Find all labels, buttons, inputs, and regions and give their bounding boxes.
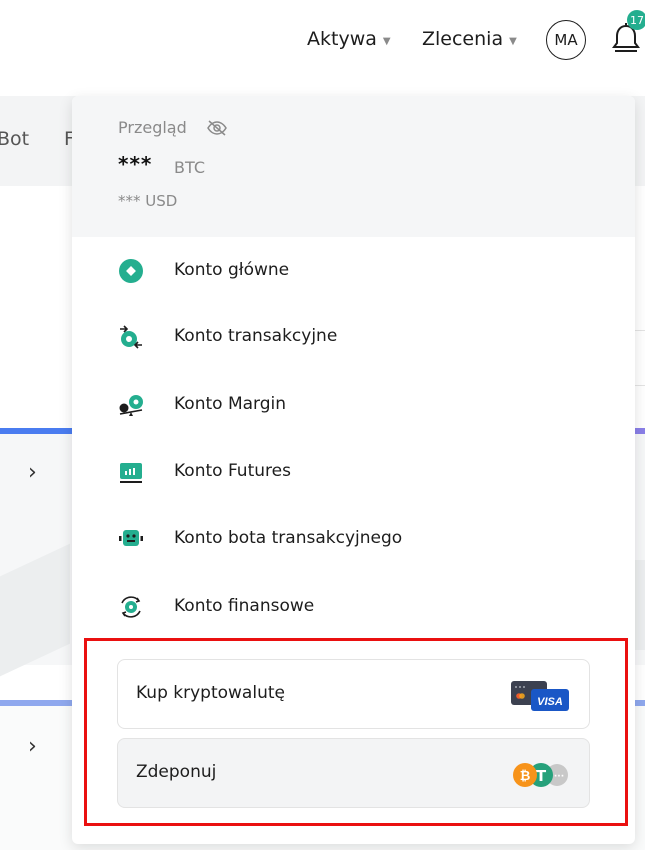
- margin-account-icon: [119, 395, 143, 416]
- account-item-label: Konto bota transakcyjnego: [174, 528, 403, 548]
- account-item-label: Konto Futures: [174, 461, 291, 481]
- notification-badge: 17: [627, 10, 645, 30]
- account-item-main[interactable]: Konto główne: [72, 246, 635, 294]
- overview-section[interactable]: Przegląd *** BTC *** USD: [72, 96, 635, 237]
- account-item-label: Konto Margin: [174, 394, 287, 414]
- overview-unit: BTC: [174, 158, 205, 177]
- main-account-icon: [119, 259, 143, 283]
- account-item-futures[interactable]: Konto Futures: [72, 447, 635, 495]
- overview-usd-value: *** USD: [118, 192, 178, 210]
- nav-orders[interactable]: Zlecenia ▼: [422, 24, 517, 54]
- account-item-bot[interactable]: Konto bota transakcyjnego: [72, 514, 635, 562]
- futures-account-icon: [120, 463, 142, 483]
- financial-account-icon: [121, 596, 141, 618]
- top-bar: Aktywa ▼ Zlecenia ▼ MA 17: [0, 0, 645, 78]
- background-tab-bot[interactable]: Bot: [0, 128, 29, 150]
- caret-down-icon: ▼: [382, 35, 391, 47]
- chevron-right-icon[interactable]: ›: [28, 460, 37, 485]
- overview-title: Przegląd: [118, 118, 187, 137]
- avatar[interactable]: MA: [546, 20, 586, 60]
- chevron-right-icon[interactable]: ›: [28, 734, 37, 759]
- bot-account-icon: [119, 530, 143, 546]
- nav-assets[interactable]: Aktywa ▼: [307, 24, 391, 54]
- account-item-margin[interactable]: Konto Margin: [72, 380, 635, 428]
- nav-assets-label: Aktywa: [307, 28, 377, 50]
- account-item-label: Konto finansowe: [174, 596, 315, 616]
- account-item-financial[interactable]: Konto finansowe: [72, 582, 635, 630]
- nav-orders-label: Zlecenia: [422, 28, 504, 50]
- eye-off-icon[interactable]: [206, 120, 228, 136]
- account-item-trading[interactable]: Konto transakcyjne: [72, 312, 635, 360]
- overview-amount: ***: [118, 152, 153, 176]
- highlight-box: [84, 638, 628, 826]
- account-item-label: Konto transakcyjne: [174, 326, 338, 346]
- trading-account-icon: [120, 325, 142, 349]
- caret-down-icon: ▼: [509, 35, 517, 47]
- account-item-label: Konto główne: [174, 260, 290, 280]
